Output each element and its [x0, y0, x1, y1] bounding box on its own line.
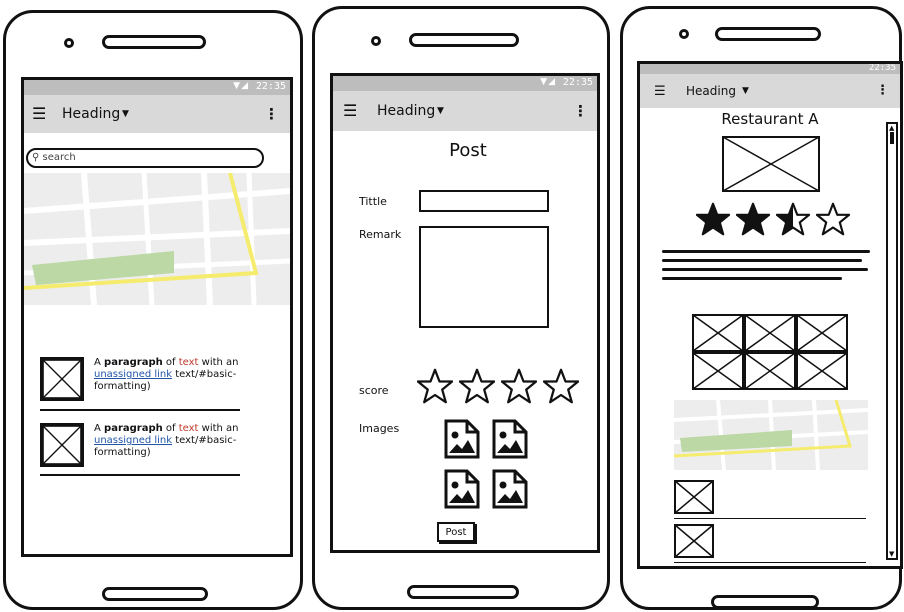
divider — [674, 562, 866, 563]
app-bar: ☰ Heading ▼ ⋮ — [333, 91, 597, 131]
images-label: Images — [359, 422, 400, 435]
phone-frame-2: ▼ ◢ 22:35 ☰ Heading ▼ ⋮ Post Tittle Rema… — [312, 6, 610, 610]
scrollbar-track[interactable]: ▲ ▼ — [886, 122, 898, 560]
more-options-icon[interactable]: ⋮ — [573, 103, 588, 119]
speaker-icon — [409, 33, 519, 47]
scrollbar-down-arrow[interactable]: ▼ — [889, 550, 894, 558]
bold-word: paragraph — [104, 357, 163, 368]
status-time: 22:35 — [868, 63, 896, 73]
divider — [674, 518, 866, 519]
home-button[interactable] — [711, 595, 819, 609]
wifi-icon: ▼ — [233, 81, 240, 91]
screen-3: 22:35 ☰ Heading ▼ ⋮ Restaurant A ▲ ▼ — [637, 61, 903, 569]
star-icon — [736, 202, 770, 236]
bold-word: paragraph — [104, 423, 163, 434]
camera-icon — [371, 36, 381, 46]
star-icon[interactable] — [543, 368, 579, 404]
page-title: Post — [449, 140, 487, 161]
divider — [40, 474, 240, 476]
restaurant-rating — [696, 202, 866, 242]
screen-2: ▼ ◢ 22:35 ☰ Heading ▼ ⋮ Post Tittle Rema… — [330, 73, 600, 553]
list-item-thumbnail — [674, 524, 714, 558]
list-item-thumbnail — [40, 423, 84, 467]
status-time: 22:35 — [255, 81, 286, 92]
list-item-paragraph: A paragraph of text with an unassigned l… — [94, 423, 239, 458]
map-view[interactable] — [674, 400, 868, 470]
status-bar: ▼ ◢ 22:35 — [24, 80, 290, 95]
signal-icon: ◢ — [241, 81, 248, 91]
list-item-thumbnail — [40, 357, 84, 401]
wifi-icon: ▼ — [540, 77, 547, 87]
remark-label: Remark — [359, 228, 402, 241]
phone-frame-3: 22:35 ☰ Heading ▼ ⋮ Restaurant A ▲ ▼ — [620, 6, 903, 610]
search-icon: ⚲ — [32, 152, 40, 163]
app-bar-heading[interactable]: Heading — [62, 106, 120, 122]
screen-1: ▼ ◢ 22:35 ☰ Heading ▼ ⋮ ⚲ search A parag… — [21, 77, 293, 557]
camera-icon — [64, 38, 74, 48]
home-button[interactable] — [407, 585, 519, 599]
menu-icon[interactable]: ☰ — [343, 103, 357, 119]
star-icon[interactable] — [501, 368, 537, 404]
app-bar-heading[interactable]: Heading — [377, 103, 435, 119]
app-bar-heading[interactable]: Heading — [686, 83, 736, 99]
phone-frame-1: ▼ ◢ 22:35 ☰ Heading ▼ ⋮ ⚲ search A parag… — [3, 10, 303, 610]
score-rating[interactable] — [417, 368, 587, 408]
restaurant-image-placeholder — [722, 136, 820, 192]
description-text — [662, 250, 872, 300]
scrollbar-up-arrow[interactable]: ▲ — [889, 124, 894, 132]
speaker-icon — [715, 27, 821, 41]
title-label: Tittle — [359, 195, 387, 208]
chevron-down-icon[interactable]: ▼ — [437, 103, 444, 119]
chevron-down-icon[interactable]: ▼ — [742, 83, 749, 99]
speaker-icon — [102, 35, 206, 49]
star-icon[interactable] — [417, 368, 453, 404]
status-bar: ▼ ◢ 22:35 — [333, 76, 597, 91]
map-view[interactable] — [24, 173, 290, 305]
unassigned-link[interactable]: unassigned link — [94, 435, 172, 446]
search-input[interactable]: ⚲ search — [26, 148, 264, 168]
score-label: score — [359, 384, 389, 397]
status-bar: 22:35 — [640, 64, 900, 74]
star-icon — [696, 202, 730, 236]
app-bar: ☰ Heading ▼ ⋮ — [640, 74, 900, 108]
more-options-icon[interactable]: ⋮ — [264, 106, 279, 122]
menu-icon[interactable]: ☰ — [32, 106, 46, 122]
image-file-icon[interactable] — [491, 418, 529, 460]
scrollbar-thumb[interactable] — [890, 132, 894, 144]
title-input[interactable] — [419, 190, 549, 212]
status-time: 22:35 — [562, 77, 593, 88]
remark-textarea[interactable] — [419, 226, 549, 328]
camera-icon — [679, 29, 689, 39]
image-file-icon[interactable] — [491, 468, 529, 510]
app-bar: ☰ Heading ▼ ⋮ — [24, 95, 290, 133]
more-options-icon[interactable]: ⋮ — [876, 83, 889, 99]
home-button[interactable] — [102, 587, 208, 601]
restaurant-name: Restaurant A — [721, 110, 819, 128]
menu-icon[interactable]: ☰ — [654, 84, 666, 100]
search-placeholder: search — [42, 152, 76, 163]
image-file-icon[interactable] — [443, 468, 481, 510]
divider — [40, 409, 240, 411]
list-item-thumbnail — [674, 480, 714, 514]
signal-icon: ◢ — [548, 77, 555, 87]
unassigned-link[interactable]: unassigned link — [94, 369, 172, 380]
chevron-down-icon[interactable]: ▼ — [122, 106, 129, 122]
post-button[interactable]: Post — [437, 522, 475, 542]
list-item-paragraph: A paragraph of text with an unassigned l… — [94, 357, 239, 392]
star-icon[interactable] — [459, 368, 495, 404]
star-icon — [816, 202, 850, 236]
image-grid — [692, 314, 848, 390]
star-icon — [776, 202, 810, 236]
image-file-icon[interactable] — [443, 418, 481, 460]
